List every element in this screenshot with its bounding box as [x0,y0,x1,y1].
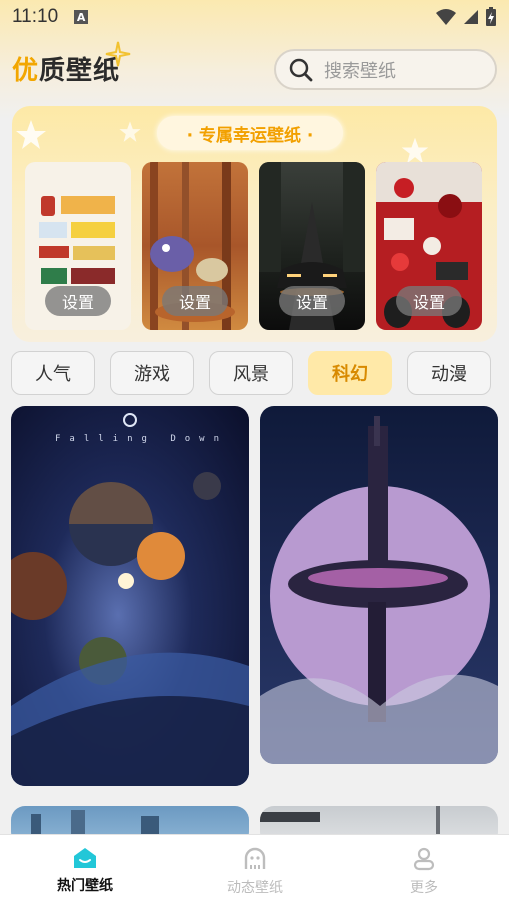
bottom-navigation: 热门壁纸 动态壁纸 更多 [0,834,509,906]
star-decoration-icon [119,121,141,142]
lucky-thumb-red-collage[interactable]: 设置 [376,162,482,330]
space-station-image [260,416,498,764]
wallpaper-card-planets[interactable]: Falling Down [11,406,249,786]
tab-scifi[interactable]: 科幻 [308,351,392,395]
lucky-thumb-car[interactable]: 设置 [259,162,365,330]
nav-label: 更多 [410,880,438,896]
search-icon [289,58,313,81]
battery-icon [486,7,496,26]
set-wallpaper-button[interactable]: 设置 [162,286,228,316]
nav-hot-wallpapers[interactable]: 热门壁纸 [25,847,145,895]
sparkle-icon [105,41,131,67]
star-decoration-icon [16,120,46,149]
search-placeholder: 搜索壁纸 [324,60,396,82]
nav-live-wallpapers[interactable]: 动态壁纸 [195,847,315,897]
nav-label: 热门壁纸 [57,878,113,894]
signal-icon [464,10,478,24]
search-box[interactable]: 搜索壁纸 [274,49,497,90]
set-wallpaper-button[interactable]: 设置 [45,286,111,316]
tab-popular[interactable]: 人气 [11,351,95,395]
status-bar: 11:10 A [0,0,509,34]
lucky-wallpaper-card: · 专属幸运壁纸 · 设置 设置 设置 设置 [12,106,497,342]
tab-scenery[interactable]: 风景 [209,351,293,395]
ghost-icon [244,847,266,869]
status-time: 11:10 [12,6,59,27]
wifi-icon [436,9,456,25]
planets-image [11,413,249,786]
lucky-title: · 专属幸运壁纸 · [157,116,343,150]
tab-anime[interactable]: 动漫 [407,351,491,395]
wallpaper-overlay-text: Falling Down [55,434,229,444]
notification-a-icon: A [74,10,89,24]
tab-games[interactable]: 游戏 [110,351,194,395]
lucky-thumb-forest[interactable]: 设置 [142,162,248,330]
nav-label: 动态壁纸 [227,880,283,896]
app-title-accent: 优 [12,56,40,86]
set-wallpaper-button[interactable]: 设置 [279,286,345,316]
wallpaper-card-space-station[interactable] [260,406,498,764]
set-wallpaper-button[interactable]: 设置 [396,286,462,316]
nav-more[interactable]: 更多 [364,847,484,897]
lucky-thumb-retro-signs[interactable]: 设置 [25,162,131,330]
person-icon [413,847,435,871]
category-tabs: 人气 游戏 风景 科幻 动漫 [11,351,491,395]
home-icon [74,848,96,868]
